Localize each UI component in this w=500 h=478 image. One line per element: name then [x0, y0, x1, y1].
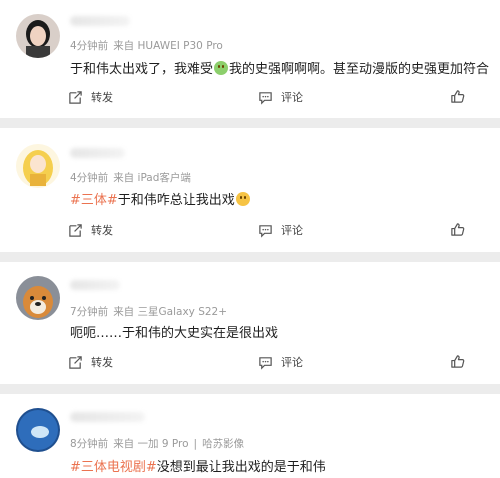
comment-icon: [259, 356, 272, 370]
repost-button[interactable]: 转发: [68, 222, 113, 238]
comment-text: 呃呃……于和伟的大史实在是很出戏: [70, 326, 279, 341]
comment-meta: 8分钟前 来自 一加 9 Pro | 哈苏影像: [70, 438, 245, 450]
repost-button[interactable]: 转发: [68, 354, 113, 370]
avatar[interactable]: [16, 408, 60, 452]
hashtag-link[interactable]: #三体#: [70, 193, 118, 208]
user-name[interactable]: [70, 280, 120, 290]
like-button[interactable]: [450, 222, 465, 237]
repost-icon: [69, 90, 82, 104]
comment-text: #三体#于和伟咋总让我出戏: [70, 189, 251, 208]
comment-meta: 4分钟前 来自 iPad客户端: [70, 172, 191, 184]
action-bar: 转发 评论: [0, 222, 500, 242]
like-icon: [451, 90, 465, 103]
avatar[interactable]: [16, 276, 60, 320]
hashtag-link[interactable]: #三体电视剧#: [70, 460, 157, 475]
comment-meta: 7分钟前 来自 三星Galaxy S22+: [70, 306, 228, 318]
divider: [0, 118, 500, 128]
comment-button[interactable]: 评论: [258, 222, 303, 238]
comment-card: 4分钟前 来自 HUAWEI P30 Pro 于和伟太出戏了，我难受 我的史强啊啊啊…: [0, 0, 500, 118]
comment-card: 4分钟前 来自 iPad客户端 #三体#于和伟咋总让我出戏 转发 评论: [0, 128, 500, 252]
comment-text: #三体电视剧#没想到最让我出戏的是于和伟: [70, 460, 326, 475]
like-button[interactable]: [450, 89, 465, 104]
divider: [0, 252, 500, 262]
avatar[interactable]: [16, 144, 60, 188]
comment-button[interactable]: 评论: [258, 354, 303, 370]
like-icon: [451, 355, 465, 368]
like-button[interactable]: [450, 354, 465, 369]
comment-text: 于和伟太出戏了，我难受 我的史强啊啊啊。甚至动漫版的史强更加符合: [70, 61, 490, 77]
comment-button[interactable]: 评论: [258, 89, 303, 105]
comment-icon: [259, 224, 272, 238]
action-bar: 转发 评论: [0, 354, 500, 374]
user-name[interactable]: [70, 148, 125, 158]
user-name[interactable]: [70, 412, 145, 422]
comment-meta: 4分钟前 来自 HUAWEI P30 Pro: [70, 40, 223, 52]
avatar[interactable]: [16, 14, 60, 58]
comment-icon: [259, 91, 272, 105]
repost-button[interactable]: 转发: [68, 89, 113, 105]
user-name[interactable]: [70, 16, 130, 26]
comment-card: 8分钟前 来自 一加 9 Pro | 哈苏影像 #三体电视剧#没想到最让我出戏的是于和…: [0, 394, 500, 478]
crying-emoji-icon: [214, 61, 229, 75]
divider: [0, 384, 500, 394]
like-icon: [451, 223, 465, 236]
laughing-emoji-icon: [235, 192, 250, 206]
action-bar: 转发 评论: [0, 89, 500, 109]
comment-card: 7分钟前 来自 三星Galaxy S22+ 呃呃……于和伟的大史实在是很出戏 转发…: [0, 262, 500, 384]
repost-icon: [69, 223, 82, 237]
comment-feed: 4分钟前 来自 HUAWEI P30 Pro 于和伟太出戏了，我难受 我的史强啊啊啊…: [0, 0, 500, 478]
repost-icon: [69, 355, 82, 369]
